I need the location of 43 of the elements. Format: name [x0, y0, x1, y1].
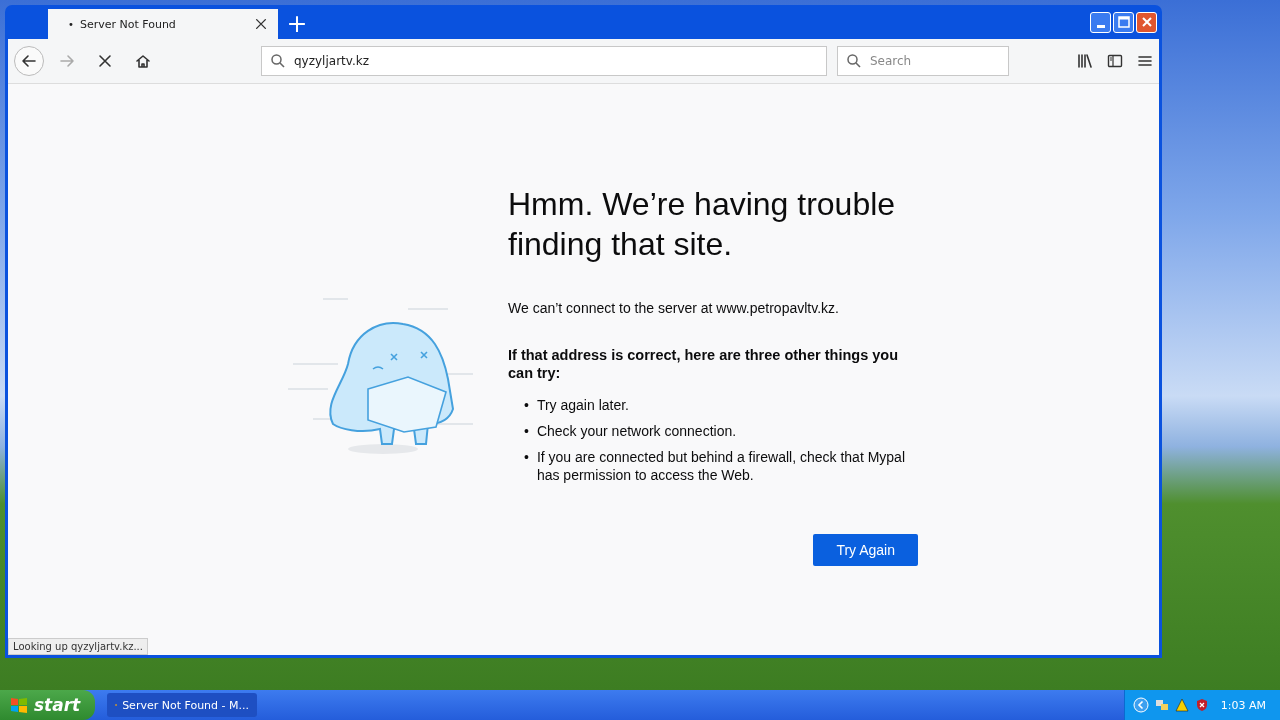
home-icon — [135, 53, 151, 69]
menu-icon — [1137, 53, 1153, 69]
plus-icon[interactable] — [288, 15, 306, 33]
bullet-mark: • — [524, 422, 529, 440]
close-icon[interactable] — [254, 17, 268, 31]
search-icon — [846, 53, 862, 69]
search-field[interactable]: Search — [837, 46, 1009, 76]
tab-title: Server Not Found — [79, 17, 177, 31]
close-icon — [1140, 16, 1153, 28]
chevron-icon[interactable] — [1132, 697, 1149, 713]
search-icon — [270, 53, 286, 69]
try-again-button[interactable]: Try Again — [813, 534, 918, 566]
browser-tab[interactable]: • Server Not Found — [48, 9, 278, 39]
library-icon — [1077, 53, 1093, 69]
taskbar-button[interactable]: Server Not Found - M... — [107, 693, 257, 717]
stop-icon — [97, 53, 113, 69]
suggestion-item: Try again later. — [536, 396, 629, 414]
address-bar[interactable]: qyzyljartv.kz — [261, 46, 827, 76]
bullet-mark: • — [524, 396, 529, 414]
minimize-icon — [1096, 24, 1105, 28]
loading-dot: • — [68, 18, 74, 30]
clock: 1:03 AM — [1220, 698, 1266, 712]
suggestion-item: If you are connected but behind a firewall, check that Mypal has permission to access the Web. — [536, 448, 906, 484]
back-arrow-icon — [21, 53, 37, 69]
close-button[interactable] — [1136, 11, 1157, 33]
windows-logo-icon — [10, 696, 28, 714]
sidebar-icon — [1107, 53, 1123, 69]
maximize-button[interactable] — [1113, 11, 1134, 33]
error-message: We can’t connect to the server at www.petropavltv.kz. — [508, 300, 840, 316]
back-button[interactable] — [14, 46, 44, 76]
url-text: qyzyljartv.kz — [294, 54, 369, 68]
shield-icon[interactable] — [1194, 698, 1209, 712]
status-text: Looking up qyzyljartv.kz... — [8, 638, 148, 655]
maximize-icon — [1117, 16, 1130, 28]
bullet-mark: • — [524, 448, 529, 467]
suggestions-title: If that address is correct, here are three other things you can try: — [508, 346, 899, 382]
error-heading: Hmm. We’re having trouble finding that site. — [508, 185, 897, 264]
forward-arrow-icon — [59, 53, 75, 69]
minimize-button[interactable] — [1090, 11, 1111, 33]
warning-icon[interactable] — [1174, 698, 1189, 712]
start-button[interactable]: start — [0, 690, 95, 720]
suggestion-item: Check your network connection. — [536, 422, 737, 440]
search-placeholder: Search — [870, 54, 912, 68]
